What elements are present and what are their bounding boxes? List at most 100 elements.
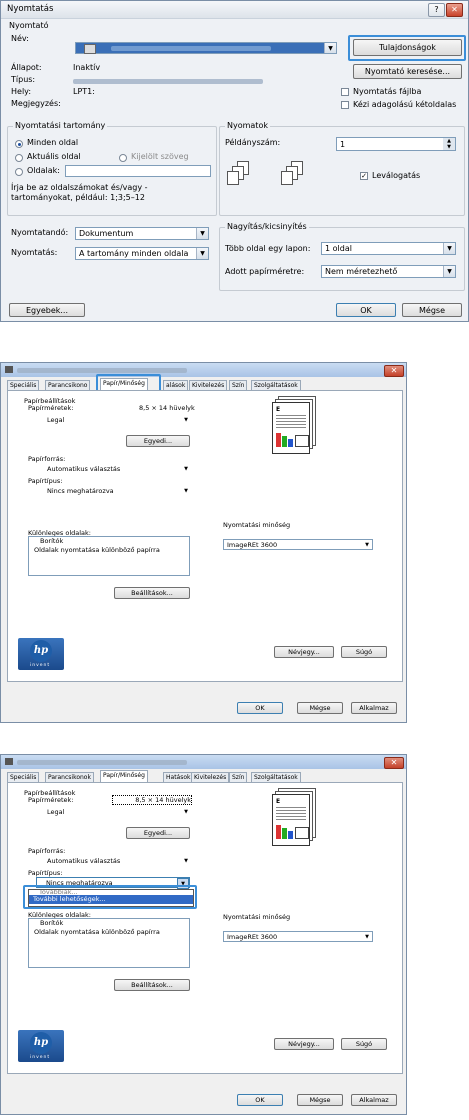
manual-duplex-label: Kézi adagolású kétoldalas: [353, 100, 457, 109]
pages-input[interactable]: [65, 165, 211, 177]
paper-size-selected: Legal: [47, 416, 65, 424]
about-button[interactable]: Névjegy...: [274, 646, 334, 658]
hp-logo: hp invent: [18, 1030, 64, 1062]
chevron-down-icon: ▼: [443, 243, 455, 254]
list-item[interactable]: Oldalak nyomtatása különböző papírra: [32, 546, 189, 555]
special-pages-list[interactable]: Borítók Oldalak nyomtatása különböző pap…: [28, 918, 190, 968]
selection-radio[interactable]: [119, 154, 127, 162]
print-what-select[interactable]: Dokumentum ▼: [75, 227, 209, 240]
hp-logo-mark: hp: [30, 1032, 52, 1054]
printer-icon: [5, 366, 13, 373]
all-pages-label: Minden oldal: [27, 138, 79, 147]
print-what-value: Dokumentum: [79, 229, 134, 238]
title-bar: Nyomtatás ? ✕: [1, 1, 468, 19]
copies-spinner[interactable]: ▲ ▼: [443, 138, 455, 150]
chevron-down-icon: ▼: [184, 488, 188, 494]
print-quality-label: Nyomtatási minőség: [223, 913, 291, 921]
copies-input[interactable]: 1: [336, 137, 456, 151]
apply-button[interactable]: Alkalmaz: [351, 702, 397, 714]
current-page-radio[interactable]: [15, 154, 23, 162]
settings-button[interactable]: Beállítások...: [114, 587, 190, 599]
paper-size-select[interactable]: Legal ▼: [36, 807, 190, 817]
paper-quality-panel: Papírbeállítások Papírméretek: 8,5 × 14 …: [7, 390, 403, 682]
close-button[interactable]: ✕: [384, 365, 404, 377]
current-page-label: Aktuális oldal: [27, 152, 81, 161]
cancel-button[interactable]: Mégse: [402, 303, 462, 317]
chevron-down-icon: ▼: [365, 934, 369, 940]
paper-size-selected: Legal: [47, 808, 65, 816]
ok-button[interactable]: OK: [237, 1094, 283, 1106]
properties-button[interactable]: Tulajdonságok: [353, 39, 462, 56]
paper-size-value: 8,5 × 14 hüvelyk: [139, 404, 195, 412]
find-printer-button[interactable]: Nyomtató keresése...: [353, 64, 462, 79]
print-select[interactable]: A tartomány minden oldala ▼: [75, 247, 209, 260]
type-label: Típus:: [11, 75, 36, 84]
paper-source-value: Automatikus választás: [47, 857, 121, 865]
status-label: Állapot:: [11, 63, 42, 72]
chevron-down-icon: ▼: [196, 248, 208, 259]
settings-button[interactable]: Beállítások...: [114, 979, 190, 991]
print-what-label: Nyomtatandó:: [11, 228, 69, 237]
paper-size-select[interactable]: Legal ▼: [36, 415, 190, 425]
about-button[interactable]: Névjegy...: [274, 1038, 334, 1050]
chevron-down-icon: ▼: [184, 466, 188, 472]
list-item[interactable]: Oldalak nyomtatása különböző papírra: [32, 928, 189, 937]
special-pages-list[interactable]: Borítók Oldalak nyomtatása különböző pap…: [28, 536, 190, 576]
pages-per-sheet-select[interactable]: 1 oldal ▼: [321, 242, 456, 255]
scale-select[interactable]: Nem méretezhető ▼: [321, 265, 456, 278]
print-quality-value: ImageREt 3600: [227, 933, 278, 941]
paper-source-value: Automatikus választás: [47, 465, 121, 473]
help-button[interactable]: ?: [428, 3, 445, 17]
hp-logo-mark: hp: [30, 640, 52, 662]
where-label: Hely:: [11, 87, 32, 96]
range-hint: Írja be az oldalszámokat és/vagy -tartom…: [11, 183, 148, 202]
pages-radio[interactable]: [15, 168, 23, 176]
print-quality-select[interactable]: ImageREt 3600 ▼: [223, 539, 373, 550]
zoom-group: Nagyítás/kicsinyítés: [219, 222, 465, 291]
ok-button[interactable]: OK: [237, 702, 283, 714]
paper-source-label: Papírforrás:: [28, 847, 66, 855]
cancel-button[interactable]: Mégse: [297, 702, 343, 714]
title-bar: ✕: [1, 363, 406, 377]
help-button[interactable]: Súgó: [341, 646, 387, 658]
paper-type-select[interactable]: Nincs meghatározva ▼: [36, 486, 190, 496]
print-to-file-label: Nyomtatás fájlba: [353, 87, 422, 96]
paper-sizes-label: Papírméretek:: [28, 404, 74, 412]
custom-button[interactable]: Egyedi...: [126, 435, 190, 447]
print-value: A tartomány minden oldala: [79, 249, 189, 258]
where-value: LPT1:: [73, 87, 95, 96]
close-button[interactable]: ✕: [384, 757, 404, 769]
hp-logo: hp invent: [18, 638, 64, 670]
close-button[interactable]: ✕: [446, 3, 463, 17]
print-label: Nyomtatás:: [11, 248, 58, 257]
manual-duplex-checkbox[interactable]: [341, 101, 349, 109]
dropdown-highlight: [23, 885, 197, 909]
printer-icon: [84, 44, 96, 54]
ok-button[interactable]: OK: [336, 303, 396, 317]
print-quality-select[interactable]: ImageREt 3600 ▼: [223, 931, 373, 942]
copies-label: Példányszám:: [225, 138, 281, 147]
all-pages-radio[interactable]: [15, 140, 23, 148]
cancel-button[interactable]: Mégse: [297, 1094, 343, 1106]
scale-value: Nem méretezhető: [325, 267, 398, 276]
properties-dialog-1: ✕ Speciális Parancsikono Papír/Minőség a…: [0, 362, 407, 723]
print-quality-label: Nyomtatási minőség: [223, 521, 291, 529]
scale-label: Adott papírméretre:: [225, 267, 305, 276]
options-button[interactable]: Egyebek...: [9, 303, 85, 317]
chevron-down-icon: ▼: [184, 809, 188, 815]
printer-icon: [5, 758, 13, 765]
apply-button[interactable]: Alkalmaz: [351, 1094, 397, 1106]
help-button[interactable]: Súgó: [341, 1038, 387, 1050]
custom-button[interactable]: Egyedi...: [126, 827, 190, 839]
paper-size-value: 8,5 × 14 hüvelyk: [112, 795, 192, 805]
list-item[interactable]: Borítók: [32, 919, 189, 928]
collate-checkbox[interactable]: ✓: [360, 172, 368, 180]
paper-source-select[interactable]: Automatikus választás ▼: [36, 856, 190, 866]
paper-source-select[interactable]: Automatikus választás ▼: [36, 464, 190, 474]
printer-name-select[interactable]: ▼: [75, 42, 337, 54]
paper-sizes-label: Papírméretek:: [28, 796, 74, 804]
print-to-file-checkbox[interactable]: [341, 88, 349, 96]
properties-dialog-2: ✕ Speciális Parancsikonok Papír/Minőség …: [0, 754, 407, 1115]
selection-label: Kijelölt szöveg: [131, 152, 189, 161]
list-item[interactable]: Borítók: [32, 537, 189, 546]
